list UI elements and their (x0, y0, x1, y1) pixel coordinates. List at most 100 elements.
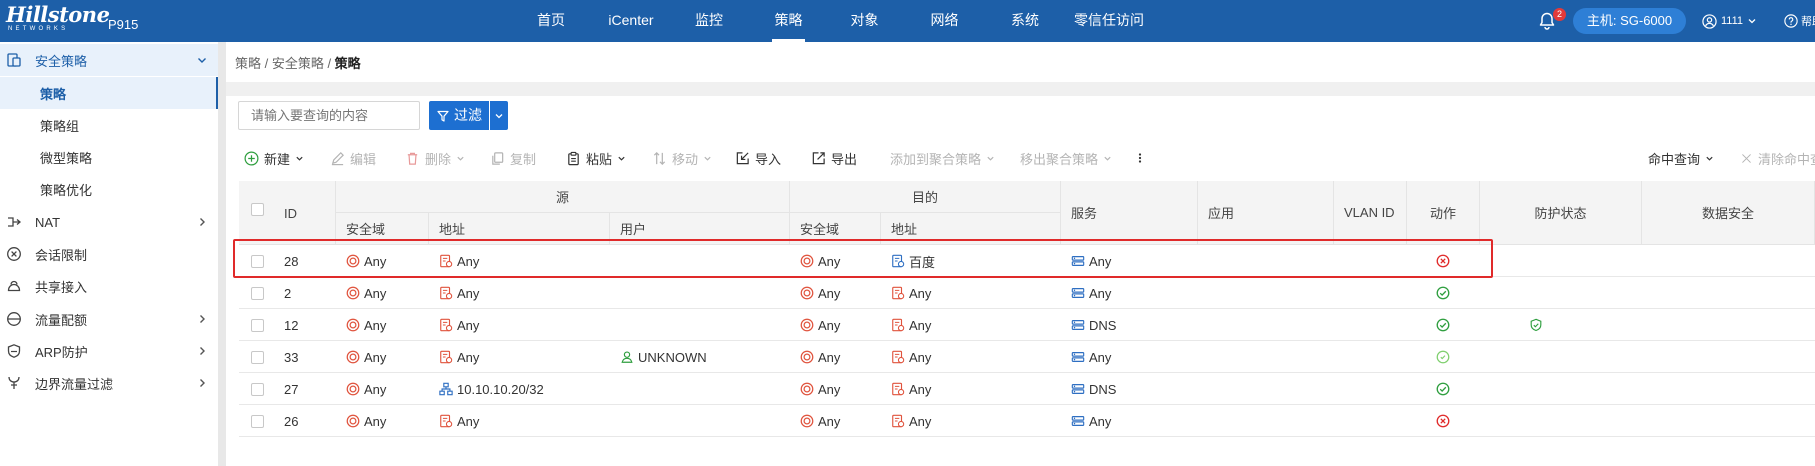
destination-address-cell[interactable]: Any (891, 309, 931, 341)
sidebar-item-share-access[interactable]: 共享接入 (0, 270, 218, 302)
export-button[interactable]: 导出 (811, 147, 857, 169)
nav-item-home[interactable]: 首页 (510, 0, 592, 42)
filter-button[interactable]: 过滤 (429, 101, 489, 130)
destination-zone-cell[interactable]: Any (800, 341, 840, 373)
protection-status-cell[interactable] (1529, 309, 1543, 341)
header-id[interactable]: ID (239, 181, 336, 245)
destination-zone-cell[interactable]: Any (800, 277, 840, 309)
action-cell[interactable] (1436, 341, 1450, 373)
action-cell[interactable] (1436, 277, 1450, 309)
breadcrumb-path[interactable]: 策略 / 安全策略 / (235, 56, 335, 71)
table-row[interactable]: 33 Any Any UNKNOWN Any Any Any (239, 341, 1815, 373)
hit-query-button[interactable]: 命中查询 (1648, 147, 1714, 169)
header-source-zone[interactable]: 安全域 (336, 213, 429, 245)
header-vlan-id[interactable]: VLAN ID (1334, 181, 1407, 245)
row-checkbox[interactable] (251, 287, 264, 300)
sidebar-item-arp-protection[interactable]: ARP防护 (0, 335, 218, 367)
nav-item-monitor[interactable]: 监控 (670, 0, 748, 42)
source-user-cell[interactable]: UNKNOWN (620, 341, 707, 373)
destination-zone-cell[interactable]: Any (800, 405, 840, 437)
sidebar-item-session-limit[interactable]: 会话限制 (0, 238, 218, 270)
row-checkbox[interactable] (251, 255, 264, 268)
header-data-security[interactable]: 数据安全 (1642, 181, 1815, 245)
delete-button[interactable]: 删除 (405, 147, 465, 169)
nav-item-network[interactable]: 网络 (900, 0, 989, 42)
nav-item-zero-trust[interactable]: 零信任访问 (1061, 0, 1157, 42)
source-address-cell[interactable]: Any (439, 405, 479, 437)
host-button[interactable]: 主机: SG-6000 (1573, 8, 1686, 34)
destination-address-cell[interactable]: Any (891, 405, 931, 437)
action-cell[interactable] (1436, 373, 1450, 405)
sidebar-item-border-traffic-filter[interactable]: 边界流量过滤 (0, 367, 218, 399)
source-address-cell[interactable]: Any (439, 341, 479, 373)
source-zone-cell[interactable]: Any (346, 309, 386, 341)
sidebar-item-policy[interactable]: 策略 (0, 77, 218, 109)
header-service[interactable]: 服务 (1061, 181, 1198, 245)
row-checkbox[interactable] (251, 319, 264, 332)
header-source-user[interactable]: 用户 (610, 213, 790, 245)
help-menu[interactable]: 帮助 (1784, 11, 1815, 31)
source-zone-cell[interactable]: Any (346, 405, 386, 437)
source-zone-cell[interactable]: Any (346, 245, 386, 277)
table-row[interactable]: 2 Any Any Any Any Any (239, 277, 1815, 309)
source-address-cell[interactable]: Any (439, 309, 479, 341)
service-cell[interactable]: Any (1071, 341, 1111, 373)
sidebar-group-security-policy[interactable]: 安全策略 (0, 44, 218, 76)
sidebar-item-policy-group[interactable]: 策略组 (0, 109, 218, 141)
edit-button[interactable]: 编辑 (330, 147, 376, 169)
service-cell[interactable]: DNS (1071, 373, 1116, 405)
service-cell[interactable]: Any (1071, 277, 1111, 309)
header-destination-address[interactable]: 地址 (881, 213, 1061, 245)
move-button[interactable]: 移动 (652, 147, 712, 169)
nav-item-icenter[interactable]: iCenter (592, 0, 670, 42)
action-cell[interactable] (1436, 309, 1450, 341)
table-row[interactable]: 28 Any Any Any 百度 Any (239, 245, 1815, 277)
filter-dropdown-button[interactable] (490, 101, 508, 130)
destination-zone-cell[interactable]: Any (800, 309, 840, 341)
service-cell[interactable]: Any (1071, 245, 1111, 277)
destination-address-cell[interactable]: Any (891, 373, 931, 405)
source-zone-cell[interactable]: Any (346, 277, 386, 309)
search-input[interactable] (238, 101, 420, 130)
service-cell[interactable]: Any (1071, 405, 1111, 437)
sidebar-item-traffic-quota[interactable]: 流量配额 (0, 303, 218, 335)
header-application[interactable]: 应用 (1198, 181, 1334, 245)
row-checkbox[interactable] (251, 351, 264, 364)
nav-item-object[interactable]: 对象 (829, 0, 900, 42)
source-zone-cell[interactable]: Any (346, 341, 386, 373)
new-button[interactable]: 新建 (244, 147, 304, 169)
source-address-cell[interactable]: Any (439, 245, 479, 277)
source-address-cell[interactable]: 10.10.10.20/32 (439, 373, 544, 405)
paste-button[interactable]: 粘贴 (566, 147, 626, 169)
user-menu[interactable]: 1111 (1702, 11, 1757, 31)
table-row[interactable]: 27 Any 10.10.10.20/32 Any Any DNS (239, 373, 1815, 405)
header-action[interactable]: 动作 (1407, 181, 1480, 245)
destination-address-cell[interactable]: 百度 (891, 245, 935, 277)
add-to-aggregate-button[interactable]: 添加到聚合策略 (890, 147, 995, 169)
more-actions-button[interactable] (1135, 147, 1145, 169)
destination-address-cell[interactable]: Any (891, 277, 931, 309)
nav-item-policy[interactable]: 策略 (772, 0, 805, 42)
nav-item-system[interactable]: 系统 (989, 0, 1061, 42)
action-cell[interactable] (1436, 245, 1450, 277)
service-cell[interactable]: DNS (1071, 309, 1116, 341)
row-checkbox[interactable] (251, 383, 264, 396)
sidebar-scrollbar[interactable] (218, 42, 226, 466)
destination-zone-cell[interactable]: Any (800, 245, 840, 277)
clear-hit-query-button[interactable]: 清除命中查询 (1740, 147, 1815, 169)
sidebar-item-nat[interactable]: NAT (0, 206, 218, 238)
hillstone-logo[interactable]: Hillstone NETWORKS (6, 4, 110, 33)
source-zone-cell[interactable]: Any (346, 373, 386, 405)
row-checkbox[interactable] (251, 415, 264, 428)
header-source-address[interactable]: 地址 (429, 213, 610, 245)
import-button[interactable]: 导入 (735, 147, 781, 169)
source-address-cell[interactable]: Any (439, 277, 479, 309)
copy-button[interactable]: 复制 (490, 147, 536, 169)
action-cell[interactable] (1436, 405, 1450, 437)
table-row[interactable]: 26 Any Any Any Any Any (239, 405, 1815, 437)
header-destination-zone[interactable]: 安全域 (790, 213, 881, 245)
header-protection-status[interactable]: 防护状态 (1480, 181, 1642, 245)
table-row[interactable]: 12 Any Any Any Any DNS (239, 309, 1815, 341)
remove-from-aggregate-button[interactable]: 移出聚合策略 (1020, 147, 1112, 169)
destination-zone-cell[interactable]: Any (800, 373, 840, 405)
